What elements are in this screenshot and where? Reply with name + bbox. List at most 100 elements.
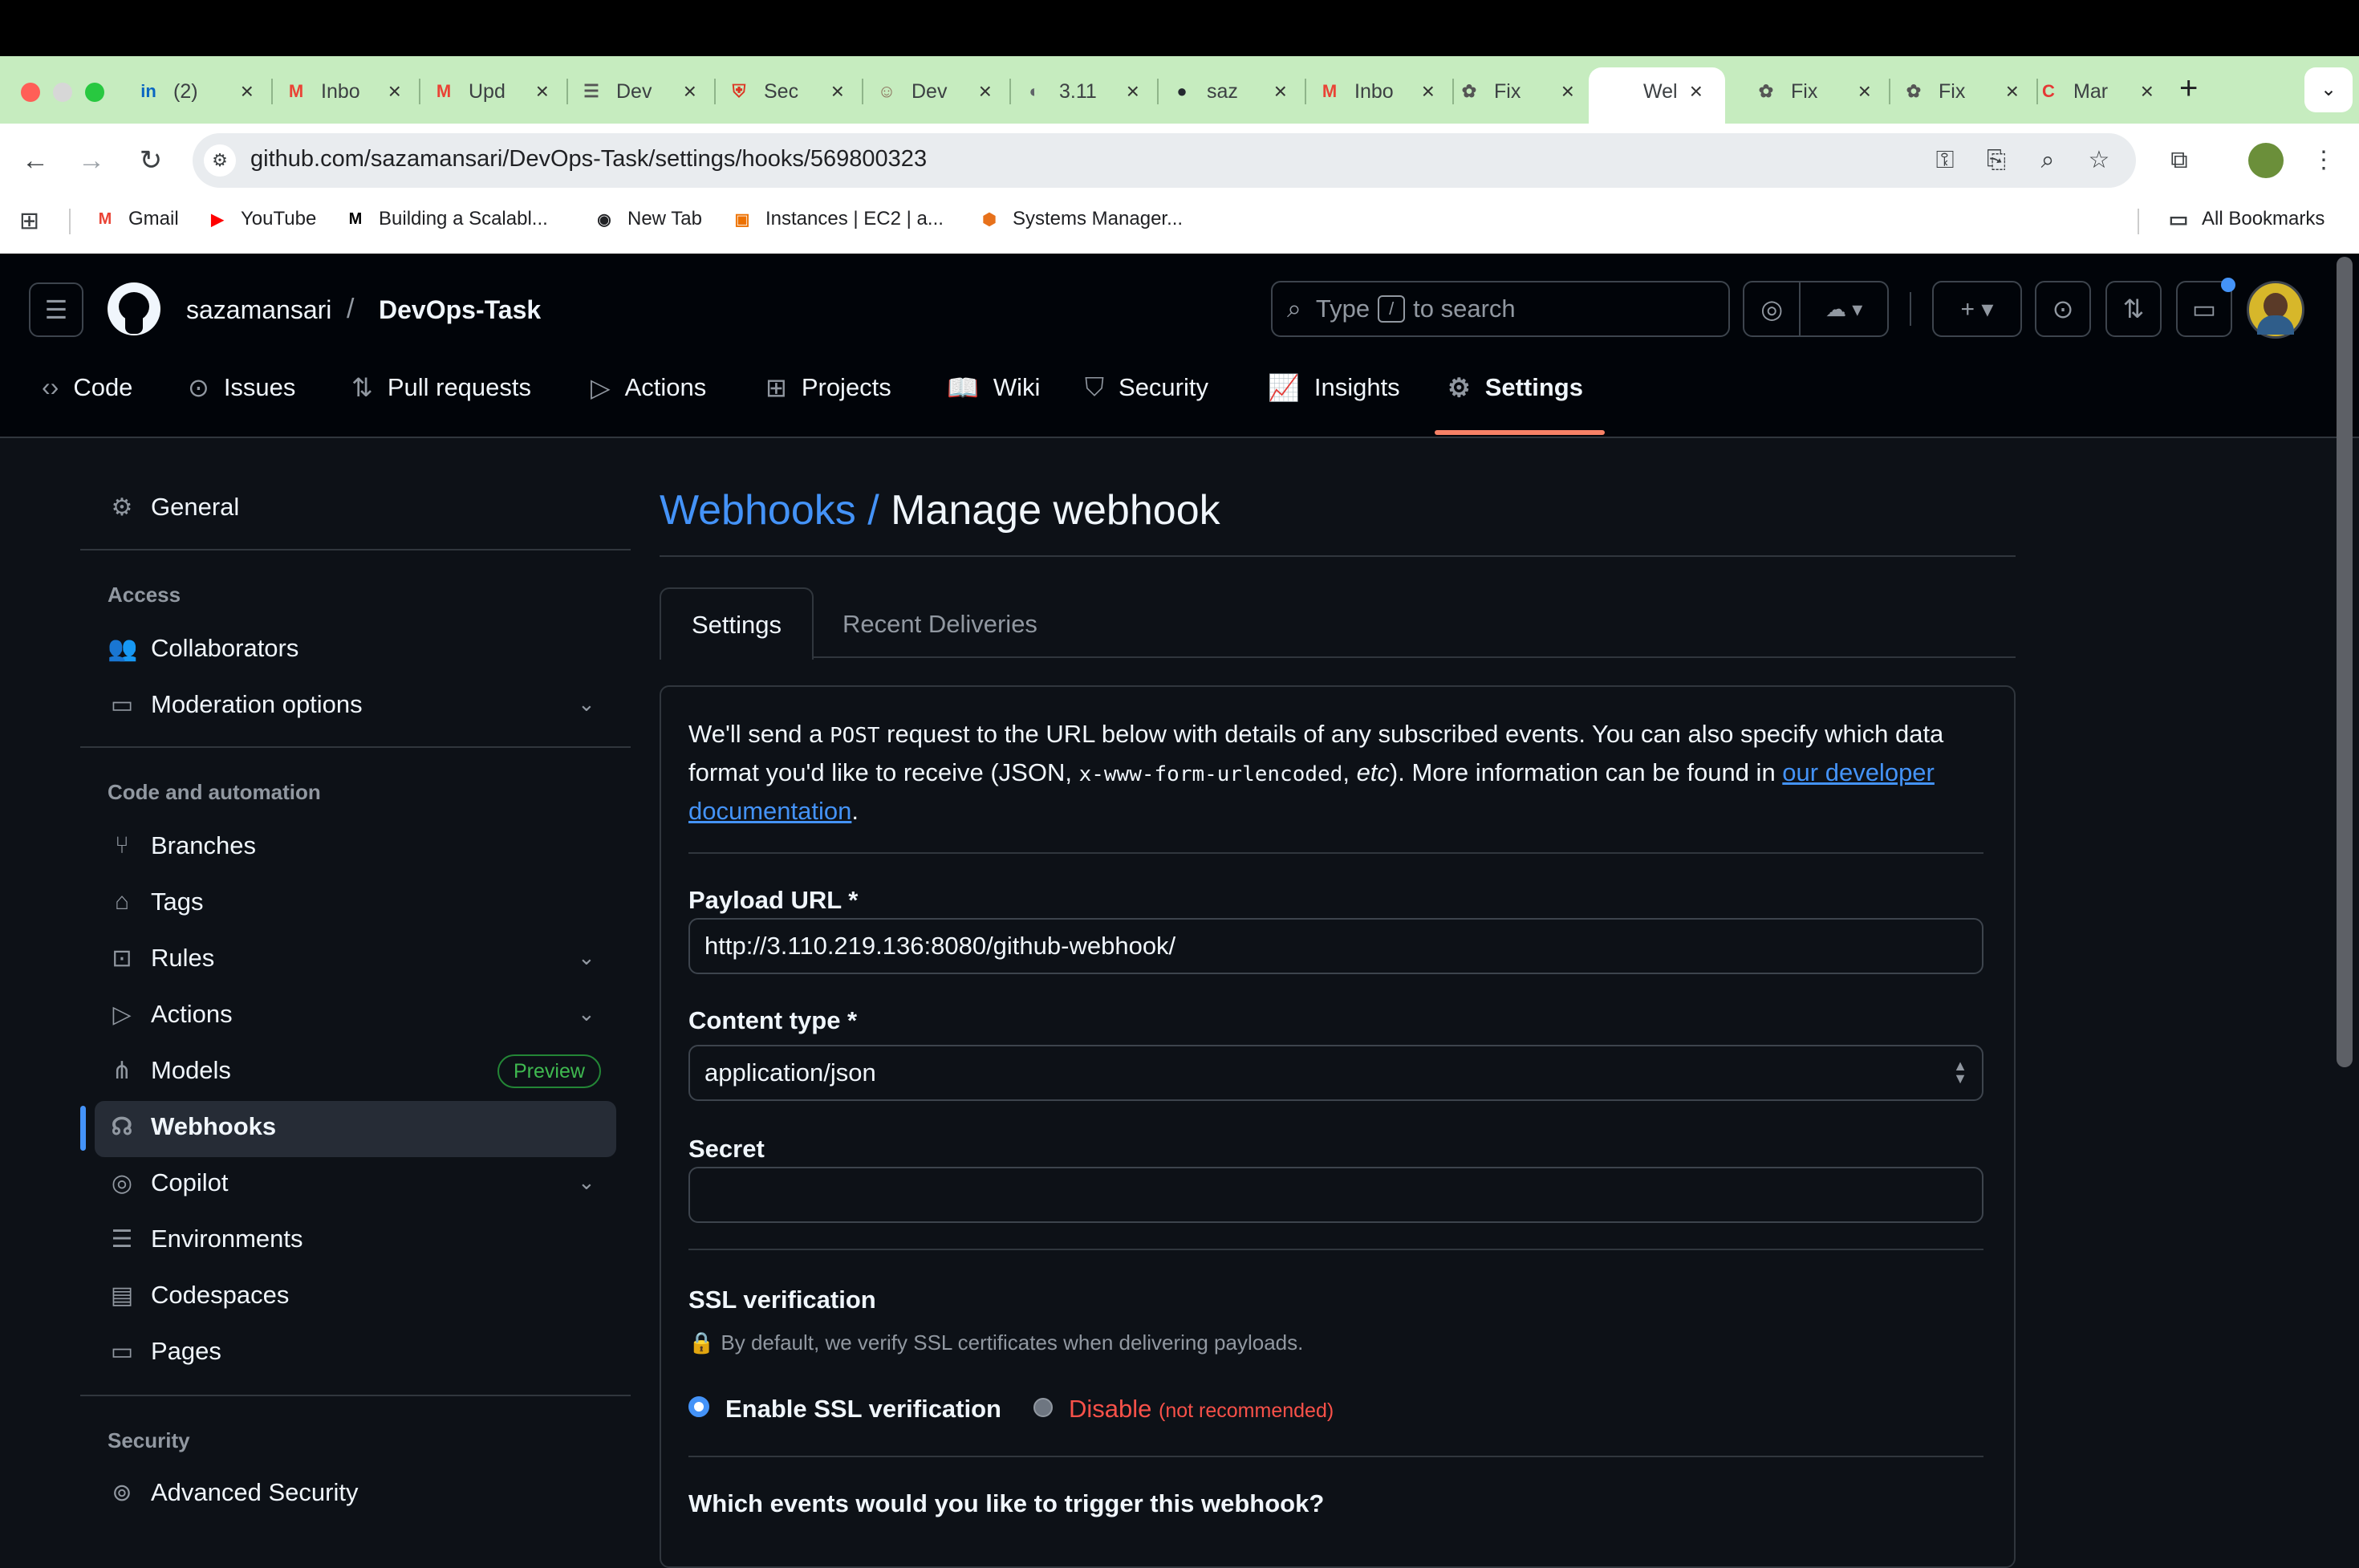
tab-security[interactable]: ⛉ Security bbox=[1085, 372, 1208, 403]
close-tab-icon[interactable]: × bbox=[1127, 79, 1139, 104]
repo-owner-link[interactable]: sazamansari bbox=[186, 295, 331, 325]
chevron-down-icon[interactable]: ⌄ bbox=[578, 945, 595, 970]
tab-code[interactable]: ‹› Code bbox=[42, 372, 132, 402]
sidebar-item-models[interactable]: ⋔ Models bbox=[108, 1056, 231, 1085]
browser-tab[interactable]: M Upd × bbox=[432, 67, 549, 116]
issues-icon[interactable]: ⊙ bbox=[2035, 281, 2091, 337]
site-info-icon[interactable]: ⚙ bbox=[204, 144, 236, 177]
sidebar-item-actions[interactable]: ▷ Actions bbox=[108, 1000, 232, 1029]
forward-button[interactable]: → bbox=[74, 143, 109, 178]
tab-wiki[interactable]: 📖 Wiki bbox=[947, 372, 1040, 403]
sidebar-item-general[interactable]: ⚙ General bbox=[108, 493, 240, 522]
all-bookmarks-button[interactable]: ▭ All Bookmarks bbox=[2166, 207, 2325, 231]
chevron-down-icon[interactable]: ⌄ bbox=[578, 1170, 595, 1195]
browser-tab[interactable]: ☰ Dev × bbox=[579, 67, 696, 116]
bookmark-item[interactable]: ▶ YouTube bbox=[205, 207, 316, 231]
tab-search-button[interactable]: ⌄ bbox=[2304, 67, 2353, 112]
apps-grid-icon[interactable]: ⊞ bbox=[19, 207, 39, 235]
search-input[interactable]: ⌕ Type / to search bbox=[1271, 281, 1730, 337]
browser-tab[interactable]: ☺ Dev × bbox=[875, 67, 992, 116]
browser-tab[interactable]: C Mar × bbox=[2036, 67, 2154, 116]
create-new-button[interactable]: + ▾ bbox=[1932, 281, 2022, 337]
reload-button[interactable]: ↻ bbox=[133, 143, 168, 178]
ssl-disable-radio[interactable] bbox=[1033, 1398, 1053, 1417]
payload-url-input[interactable]: http://3.110.219.136:8080/github-webhook… bbox=[688, 918, 1983, 974]
sidebar-item-advanced-security[interactable]: ⊚ Advanced Security bbox=[108, 1478, 358, 1507]
ssl-enable-radio[interactable] bbox=[688, 1396, 709, 1417]
close-tab-icon[interactable]: × bbox=[831, 79, 844, 104]
bookmark-item[interactable]: ◉ New Tab bbox=[592, 207, 702, 231]
copilot-button[interactable]: ◎ ☁ ▾ bbox=[1743, 281, 1889, 337]
bookmark-item[interactable]: M Building a Scalabl... bbox=[343, 207, 548, 231]
content-type-select[interactable]: application/json ▲ ▼ bbox=[688, 1045, 1983, 1101]
browser-tab[interactable]: ◐ 3.11 × bbox=[1022, 67, 1139, 116]
browser-tab[interactable]: M Inbo × bbox=[1318, 67, 1435, 116]
ssl-enable-label[interactable]: Enable SSL verification bbox=[725, 1395, 1001, 1424]
tab-projects[interactable]: ⊞ Projects bbox=[765, 372, 891, 403]
sidebar-item-moderation[interactable]: ▭ Moderation options bbox=[108, 690, 363, 719]
user-avatar[interactable] bbox=[2247, 281, 2304, 339]
bookmark-item[interactable]: M Gmail bbox=[93, 207, 179, 231]
page-scrollbar[interactable] bbox=[2337, 257, 2353, 1067]
maximize-window-button[interactable] bbox=[85, 83, 104, 102]
sidebar-item-environments[interactable]: ☰ Environments bbox=[108, 1225, 303, 1253]
tab-actions[interactable]: ▷ Actions bbox=[591, 372, 706, 403]
tab-issues[interactable]: ⊙ Issues bbox=[188, 372, 295, 403]
browser-tab[interactable]: ✿ Fix × bbox=[1754, 67, 1871, 116]
back-button[interactable]: ← bbox=[18, 143, 53, 178]
close-tab-icon[interactable]: × bbox=[536, 79, 549, 104]
pull-requests-icon[interactable]: ⇅ bbox=[2105, 281, 2162, 337]
url-text[interactable]: github.com/sazamansari/DevOps-Task/setti… bbox=[250, 146, 927, 173]
browser-menu-icon[interactable]: ⋮ bbox=[2306, 143, 2341, 178]
browser-tab[interactable]: Wel × bbox=[1606, 67, 1703, 116]
close-tab-icon[interactable]: × bbox=[388, 79, 401, 104]
bookmark-star-icon[interactable]: ☆ bbox=[2081, 143, 2117, 178]
browser-tab[interactable]: ✿ Fix × bbox=[1902, 67, 2019, 116]
close-tab-icon[interactable]: × bbox=[1422, 79, 1435, 104]
sidebar-item-codespaces[interactable]: ▤ Codespaces bbox=[108, 1281, 290, 1310]
sidebar-item-tags[interactable]: ⌂ Tags bbox=[108, 888, 204, 916]
browser-tab[interactable]: M Inbox × bbox=[284, 67, 401, 116]
sidebar-item-branches[interactable]: ⑂ Branches bbox=[108, 831, 256, 860]
close-tab-icon[interactable]: × bbox=[1858, 79, 1871, 104]
sidebar-item-rules[interactable]: ⊡ Rules bbox=[108, 944, 214, 973]
zoom-icon[interactable]: ⌕ bbox=[2030, 143, 2065, 178]
bookmark-item[interactable]: ⬢ Systems Manager... bbox=[977, 207, 1183, 231]
profile-avatar[interactable] bbox=[2248, 143, 2284, 178]
close-window-button[interactable] bbox=[21, 83, 40, 102]
repo-name-link[interactable]: DevOps-Task bbox=[379, 295, 541, 325]
tab-settings[interactable]: Settings bbox=[660, 587, 814, 660]
close-tab-icon[interactable]: × bbox=[1690, 79, 1703, 104]
install-app-icon[interactable]: ⎘ bbox=[1979, 143, 2014, 178]
browser-tab[interactable]: in (2) × bbox=[136, 67, 254, 116]
sidebar-item-pages[interactable]: ▭ Pages bbox=[108, 1337, 221, 1366]
new-tab-button[interactable]: + bbox=[2179, 71, 2198, 107]
secret-input[interactable] bbox=[688, 1167, 1983, 1223]
close-tab-icon[interactable]: × bbox=[979, 79, 992, 104]
tab-pull-requests[interactable]: ⇅ Pull requests bbox=[351, 372, 531, 403]
sidebar-item-copilot[interactable]: ◎ Copilot bbox=[108, 1168, 229, 1197]
minimize-window-button[interactable] bbox=[53, 83, 72, 102]
hamburger-menu-icon[interactable]: ☰ bbox=[29, 282, 83, 337]
ssl-disable-label[interactable]: Disable (not recommended) bbox=[1069, 1395, 1334, 1424]
close-tab-icon[interactable]: × bbox=[2006, 79, 2019, 104]
webhooks-breadcrumb-link[interactable]: Webhooks / bbox=[660, 487, 879, 534]
tab-insights[interactable]: 📈 Insights bbox=[1268, 372, 1400, 403]
github-logo-icon[interactable] bbox=[108, 282, 160, 335]
tab-recent-deliveries[interactable]: Recent Deliveries bbox=[842, 610, 1037, 639]
chevron-down-icon[interactable]: ⌄ bbox=[578, 692, 595, 717]
password-key-icon[interactable]: ⚿ bbox=[1927, 143, 1963, 178]
tab-settings[interactable]: ⚙ Settings bbox=[1447, 372, 1583, 403]
bookmark-item[interactable]: ▣ Instances | EC2 | a... bbox=[730, 207, 944, 231]
chevron-down-icon[interactable]: ⌄ bbox=[578, 1001, 595, 1026]
sidebar-item-webhooks[interactable]: ☊ Webhooks bbox=[108, 1112, 277, 1141]
close-tab-icon[interactable]: × bbox=[2141, 79, 2154, 104]
browser-tab[interactable]: ● saz × bbox=[1170, 67, 1287, 116]
close-tab-icon[interactable]: × bbox=[684, 79, 696, 104]
browser-tab[interactable]: ✿ Fix × bbox=[1457, 67, 1574, 116]
extensions-icon[interactable]: ⧉ bbox=[2162, 143, 2197, 178]
browser-tab[interactable]: ⛨ Sec × bbox=[727, 67, 844, 116]
close-tab-icon[interactable]: × bbox=[1274, 79, 1287, 104]
close-tab-icon[interactable]: × bbox=[1561, 79, 1574, 104]
close-tab-icon[interactable]: × bbox=[241, 79, 254, 104]
